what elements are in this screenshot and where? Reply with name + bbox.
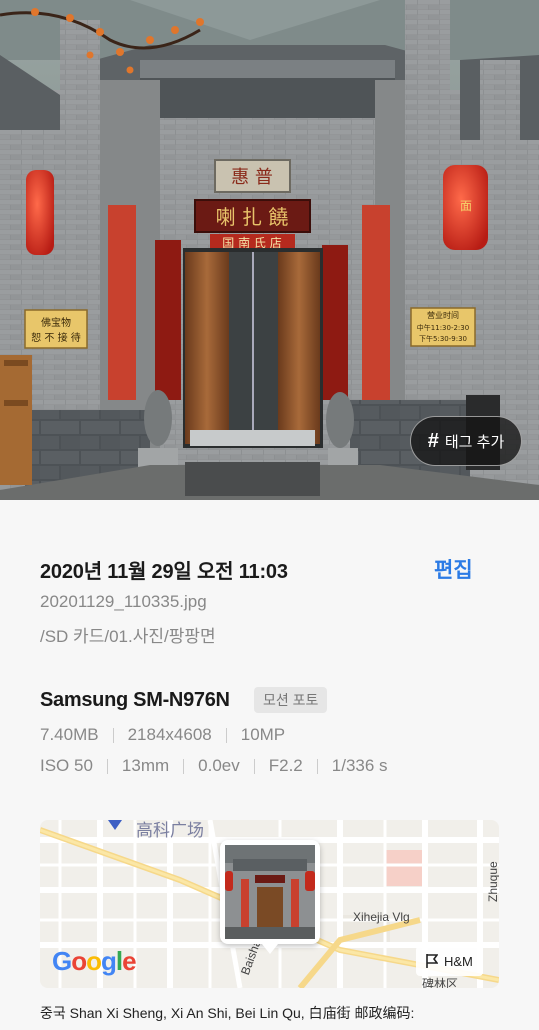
specs-row-file: 7.40MB 2184x4608 10MP (40, 725, 285, 745)
map-photo-marker[interactable] (220, 840, 320, 954)
name-subtitle-text: 国 南 氏 店 (222, 235, 281, 250)
lantern-text: 面 (460, 199, 472, 213)
divider (253, 758, 255, 774)
google-letter-o2: o (86, 946, 102, 976)
name-board-text: 喇 扎 饒 (216, 205, 289, 229)
map-label-top: 高科广场 (136, 821, 204, 840)
add-tag-button[interactable]: # 태그 추가 (410, 416, 522, 466)
left-notice-line1: 佛宝物 (41, 316, 71, 329)
file-path: /SD 카드/01.사진/팡팡면 (40, 627, 216, 646)
map-label-district: 碑林区 (422, 977, 459, 988)
motion-photo-badge: 모션 포토 (254, 687, 328, 713)
date-time: 2020년 11월 29일 오전 11:03 (40, 561, 288, 583)
specs-row-exposure: ISO 50 13mm 0.0ev F2.2 1/336 s (40, 756, 388, 776)
megapixels: 10MP (240, 725, 286, 744)
exposure-value: 0.0ev (198, 756, 240, 775)
focal-length: 13mm (121, 756, 170, 775)
shutter-speed: 1/336 s (331, 756, 388, 775)
iso: ISO 50 (40, 756, 93, 775)
left-notice-line2: 恕 不 接 待 (31, 331, 81, 344)
divider (225, 727, 227, 743)
hm-label: H&M (444, 953, 473, 969)
aperture: F2.2 (268, 756, 303, 775)
divider (106, 758, 108, 774)
store-flag-icon (426, 954, 438, 968)
top-plaque-text: 惠 普 (231, 167, 273, 188)
google-letter-o1: o (71, 946, 87, 976)
map-label-zhuque: Zhuque Ave (486, 861, 499, 902)
divider (316, 758, 318, 774)
hm-place-chip[interactable]: H&M (416, 946, 483, 976)
google-letter-e: e (122, 946, 137, 976)
location-map[interactable]: 高科广场 Zhuque Ave Xihejia Vlg Baisha 碑林区 G… (40, 820, 499, 988)
location-address: 중국 Shan Xi Sheng, Xi An Shi, Bei Lin Qu,… (40, 1005, 415, 1021)
hash-icon: # (427, 429, 439, 452)
divider (183, 758, 185, 774)
device-model: Samsung SM-N976N (40, 689, 230, 711)
marker-pin (262, 944, 278, 954)
google-logo: Google (52, 946, 137, 977)
right-notice-line3: 下午5:30-9:30 (419, 334, 467, 343)
divider (112, 727, 114, 743)
resolution: 2184x4608 (127, 725, 212, 744)
right-notice-line1: 营业时间 (427, 310, 459, 320)
details-panel: 2020년 11월 29일 오전 11:03 편집 20201129_11033… (0, 500, 539, 1030)
file-size: 7.40MB (40, 725, 99, 744)
google-letter-g: G (52, 946, 72, 976)
file-name: 20201129_110335.jpg (40, 592, 207, 611)
map-label-xihejia: Xihejia Vlg (353, 910, 410, 924)
marker-thumbnail (225, 845, 315, 939)
right-notice-line2: 中午11:30-2:30 (417, 323, 469, 332)
edit-button[interactable]: 편집 (434, 554, 473, 584)
add-tag-label: 태그 추가 (444, 433, 505, 451)
photo-viewer[interactable]: 惠 普 喇 扎 饒 国 南 氏 店 面 佛宝物 恕 不 接 待 营业时间 中午1… (0, 0, 539, 500)
google-letter-g2: g (101, 946, 117, 976)
